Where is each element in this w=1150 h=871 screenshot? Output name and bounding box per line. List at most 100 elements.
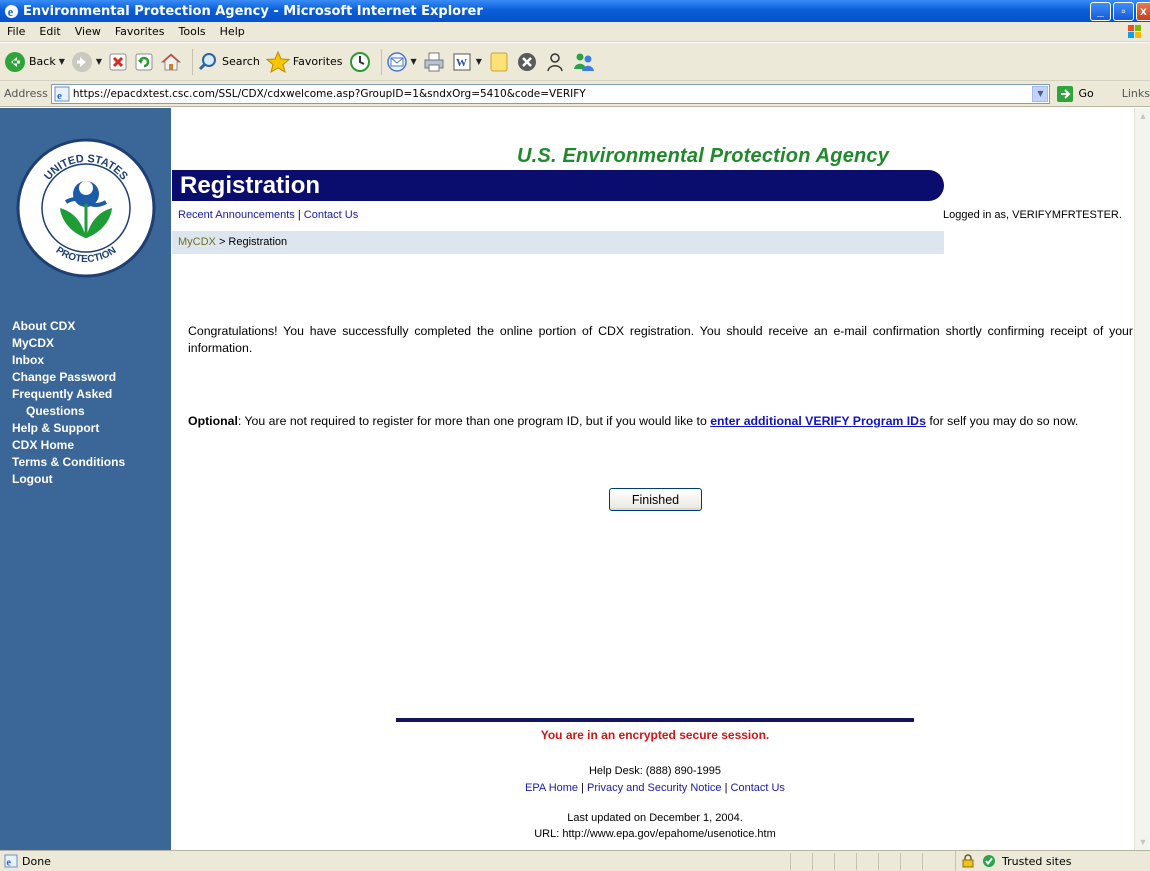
scroll-up-icon[interactable]: ▲ (1136, 108, 1150, 124)
footer-contact-link[interactable]: Contact Us (731, 782, 785, 794)
research-button[interactable] (544, 47, 566, 77)
recent-announcements-link[interactable]: Recent Announcements (178, 209, 295, 221)
sidebar-item-inbox[interactable]: Inbox (12, 352, 125, 369)
search-button[interactable]: Search (197, 47, 260, 77)
stop-button[interactable] (108, 47, 128, 77)
search-icon (198, 52, 217, 70)
congratulations-message: Congratulations! You have successfully c… (188, 324, 1133, 355)
ie-logo-icon: e (4, 4, 19, 19)
left-navigation: UNITED STATES PROTECTION About CDX MyCDX… (0, 108, 171, 850)
block-icon (517, 52, 536, 71)
title-bar: e Environmental Protection Agency - Micr… (0, 0, 1150, 22)
messenger-button[interactable] (572, 47, 596, 77)
footer-separator: | (721, 782, 731, 794)
sidebar-item-change-password[interactable]: Change Password (12, 369, 125, 386)
scroll-down-icon[interactable]: ▼ (1136, 834, 1150, 850)
toolbar: Back ▼ ▼ Search Favorites ▼ W ▼ (0, 43, 1150, 81)
history-button[interactable] (349, 47, 371, 77)
go-button[interactable]: Go (1056, 85, 1094, 103)
address-dropdown-icon[interactable]: ▼ (1032, 85, 1049, 102)
status-pane (878, 853, 900, 870)
print-icon (424, 52, 444, 71)
header-links: Recent Announcements | Contact Us (178, 209, 358, 221)
sidebar-item-terms[interactable]: Terms & Conditions (12, 454, 125, 471)
mail-dropdown-icon[interactable]: ▼ (411, 57, 417, 66)
additional-program-ids-link[interactable]: enter additional VERIFY Program IDs (710, 414, 926, 428)
go-arrow-icon (1057, 85, 1074, 102)
footer-epa-home-link[interactable]: EPA Home (525, 782, 578, 794)
sidebar-item-mycdx[interactable]: MyCDX (12, 335, 125, 352)
favorites-button[interactable]: Favorites (265, 47, 343, 77)
word-edit-icon: W (453, 53, 471, 70)
address-input[interactable]: e https://epacdxtest.csc.com/SSL/CDX/cdx… (50, 83, 1051, 104)
menu-tools[interactable]: Tools (172, 25, 213, 38)
status-pane (834, 853, 856, 870)
sidebar-item-faq-questions[interactable]: Questions (12, 403, 125, 420)
optional-text-after: for self you may do so now. (925, 414, 1079, 428)
links-toolbar[interactable]: Links (1122, 87, 1150, 100)
status-pane (790, 853, 812, 870)
footer-privacy-link[interactable]: Privacy and Security Notice (587, 782, 722, 794)
optional-message: Optional: You are not required to regist… (188, 413, 1133, 430)
page-icon: e (54, 86, 70, 102)
vertical-scrollbar[interactable]: ▲ ▼ (1134, 108, 1150, 850)
contact-us-link[interactable]: Contact Us (304, 209, 358, 221)
mail-button[interactable]: ▼ (386, 47, 417, 77)
secure-session-notice: You are in an encrypted secure session. (540, 728, 770, 742)
back-dropdown-icon[interactable]: ▼ (59, 57, 65, 66)
discuss-button[interactable] (488, 47, 510, 77)
history-icon (349, 51, 370, 72)
refresh-button[interactable] (134, 47, 154, 77)
messenger-icon (573, 53, 594, 71)
footer-url: URL: http://www.epa.gov/epahome/usenotic… (534, 828, 776, 840)
forward-button[interactable]: ▼ (71, 47, 102, 77)
maximize-button[interactable]: ▫ (1113, 2, 1134, 21)
print-button[interactable] (423, 47, 445, 77)
help-desk-phone: Help Desk: (888) 890-1995 (588, 765, 722, 777)
forward-dropdown-icon[interactable]: ▼ (96, 57, 102, 66)
person-icon (547, 52, 563, 71)
menu-bar: File Edit View Favorites Tools Help (0, 22, 1150, 42)
status-panes (790, 853, 944, 870)
back-button[interactable]: Back ▼ (4, 47, 65, 77)
svg-text:e: e (57, 90, 62, 102)
last-updated: Last updated on December 1, 2004. (567, 812, 743, 824)
security-zone[interactable]: Trusted sites (955, 851, 1072, 871)
optional-text-before: : You are not required to register for m… (237, 414, 711, 428)
edit-word-button[interactable]: W ▼ (451, 47, 482, 77)
svg-text:e: e (7, 858, 12, 869)
status-pane (900, 853, 922, 870)
forward-arrow-icon (71, 51, 92, 72)
sidebar-item-about-cdx[interactable]: About CDX (12, 318, 125, 335)
footer-links: EPA Home | Privacy and Security Notice |… (396, 782, 914, 794)
blocker-button[interactable] (516, 47, 538, 77)
home-button[interactable] (160, 47, 182, 77)
menu-file[interactable]: File (0, 25, 32, 38)
edit-dropdown-icon[interactable]: ▼ (476, 57, 482, 66)
menu-edit[interactable]: Edit (32, 25, 67, 38)
minimize-button[interactable]: _ (1090, 2, 1111, 21)
breadcrumb-current: > Registration (215, 236, 288, 248)
lock-icon (962, 854, 974, 868)
favorites-star-icon (265, 50, 290, 73)
refresh-icon (135, 53, 153, 70)
status-pane (856, 853, 878, 870)
address-bar: Address e https://epacdxtest.csc.com/SSL… (0, 81, 1150, 107)
favorites-label: Favorites (292, 55, 343, 68)
finished-button[interactable]: Finished (609, 488, 702, 511)
close-button[interactable]: x (1136, 2, 1150, 21)
menu-view[interactable]: View (68, 25, 108, 38)
menu-help[interactable]: Help (213, 25, 252, 38)
sidebar-item-logout[interactable]: Logout (12, 471, 125, 488)
sidebar-item-faq[interactable]: Frequently Asked (12, 386, 125, 403)
menu-favorites[interactable]: Favorites (108, 25, 172, 38)
stop-icon (109, 53, 127, 70)
toolbar-separator (192, 48, 194, 75)
sidebar-item-cdx-home[interactable]: CDX Home (12, 437, 125, 454)
sidebar-item-help-support[interactable]: Help & Support (12, 420, 125, 437)
go-label: Go (1078, 87, 1094, 100)
note-icon (490, 52, 508, 71)
breadcrumb-mycdx-link[interactable]: MyCDX (178, 236, 216, 248)
status-done: e Done (4, 854, 51, 868)
footer-separator: | (578, 782, 588, 794)
